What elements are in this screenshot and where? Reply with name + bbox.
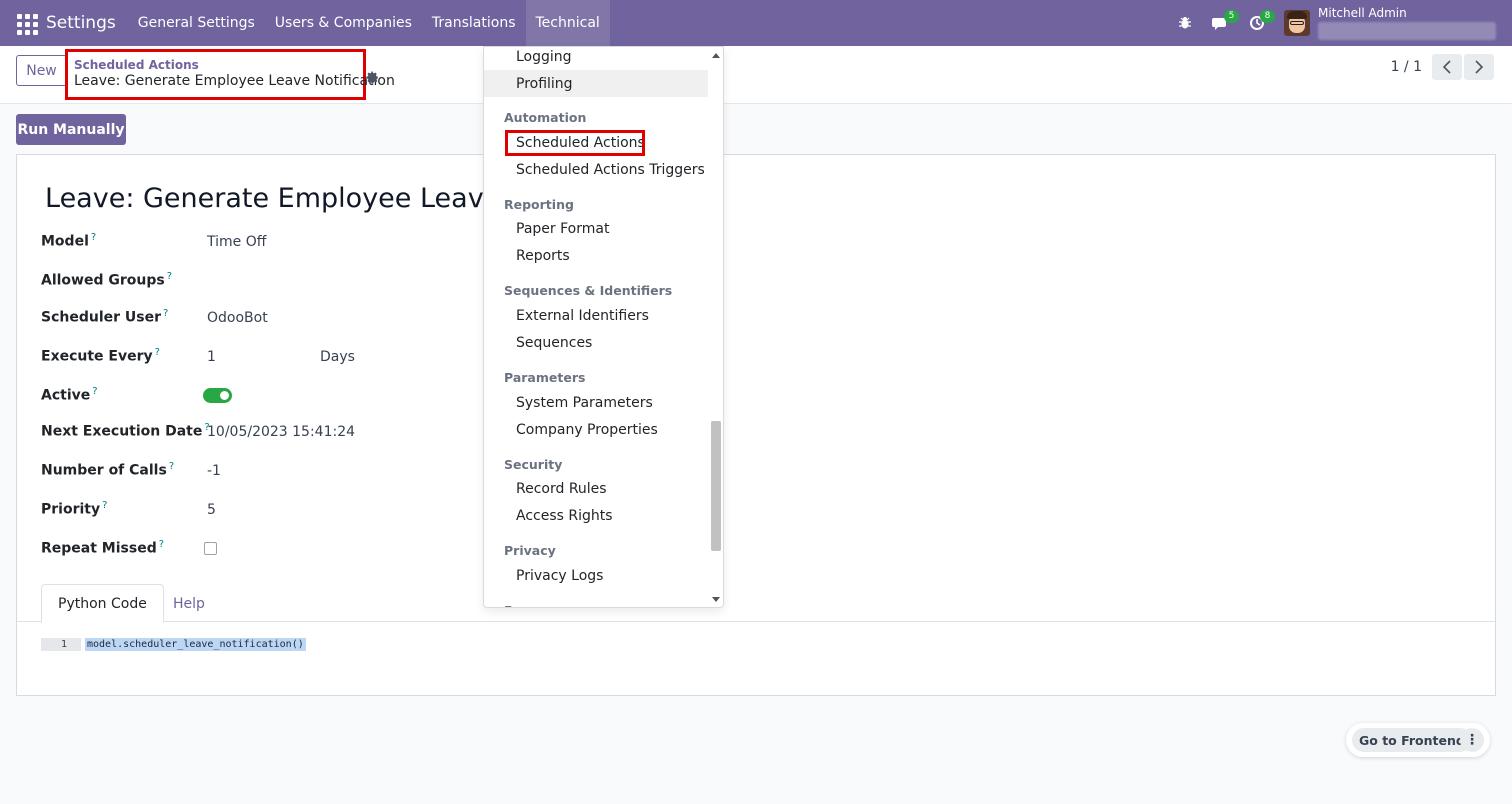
field-label-allowed-groups: Allowed Groups? xyxy=(41,271,173,289)
dropdown-header-automation: Automation xyxy=(504,110,587,125)
clock-icon[interactable]: 8 xyxy=(1244,10,1275,36)
frontend-switcher: Go to Frontend ⋮ xyxy=(1346,723,1490,757)
kebab-menu-icon[interactable]: ⋮ xyxy=(1460,728,1484,752)
highlight-box xyxy=(505,130,645,156)
dropdown-item-paper-format[interactable]: Paper Format xyxy=(484,215,708,242)
dropdown-item-reports[interactable]: Reports xyxy=(484,242,708,269)
dropdown-item-system-parameters[interactable]: System Parameters xyxy=(484,389,708,416)
avatar[interactable] xyxy=(1284,10,1310,36)
gear-icon[interactable] xyxy=(366,71,379,88)
help-tooltip-icon[interactable]: ? xyxy=(167,271,172,282)
menu-general-settings[interactable]: General Settings xyxy=(128,0,265,46)
breadcrumb: Scheduled Actions Leave: Generate Employ… xyxy=(65,49,395,100)
help-tooltip-icon[interactable]: ? xyxy=(163,308,168,319)
field-label-execute-every: Execute Every? xyxy=(41,347,160,365)
user-menu[interactable]: Mitchell Admin xyxy=(1318,0,1498,46)
field-value-next-execution-date[interactable]: 10/05/2023 15:41:24 xyxy=(207,424,355,440)
dropdown-item-sequences[interactable]: Sequences xyxy=(484,329,708,356)
field-value-model[interactable]: Time Off xyxy=(207,234,266,250)
field-value-scheduler-user[interactable]: OdooBot xyxy=(207,310,268,326)
field-value-interval-number[interactable]: 1 xyxy=(207,349,216,365)
user-database-blurred xyxy=(1318,22,1496,40)
menu-translations[interactable]: Translations xyxy=(422,0,526,46)
pager-previous-button[interactable] xyxy=(1432,54,1462,80)
tab-help[interactable]: Help xyxy=(157,584,221,623)
systray: 5 8 Mitchell Admin xyxy=(1172,0,1512,46)
activities-badge: 8 xyxy=(1260,10,1275,23)
active-toggle[interactable] xyxy=(203,388,232,403)
breadcrumb-current: Leave: Generate Employee Leave Notificat… xyxy=(74,73,395,89)
chat-icon[interactable]: 5 xyxy=(1208,10,1239,36)
dropdown-header-security: Security xyxy=(504,457,563,472)
breadcrumb-parent[interactable]: Scheduled Actions xyxy=(74,58,199,72)
field-label-active: Active? xyxy=(41,386,98,404)
line-number: 1 xyxy=(41,638,81,651)
dropdown-item-access-rights[interactable]: Access Rights xyxy=(484,502,708,529)
go-to-frontend-button[interactable]: Go to Frontend xyxy=(1352,728,1472,752)
top-navbar: Settings General Settings Users & Compan… xyxy=(0,0,1512,46)
run-manually-button[interactable]: Run Manually xyxy=(16,114,126,145)
dropdown-header-reporting: Reporting xyxy=(504,197,574,212)
tab-python-code[interactable]: Python Code xyxy=(41,584,164,623)
dropdown-item-logging[interactable]: Logging xyxy=(484,47,708,70)
control-panel: New Scheduled Actions Leave: Generate Em… xyxy=(0,46,1512,104)
messages-badge: 5 xyxy=(1224,10,1239,23)
dropdown-item-privacy-logs[interactable]: Privacy Logs xyxy=(484,562,708,589)
dropdown-item-profiling[interactable]: Profiling xyxy=(484,70,708,97)
help-tooltip-icon[interactable]: ? xyxy=(155,347,160,358)
scroll-thumb[interactable] xyxy=(711,421,721,551)
dropdown-header-privacy: Privacy xyxy=(504,543,556,558)
code-text[interactable]: model.scheduler_leave_notification() xyxy=(85,638,306,651)
pager-value[interactable]: 1 / 1 xyxy=(1391,59,1422,75)
dropdown-item-scheduled-actions-triggers[interactable]: Scheduled Actions Triggers xyxy=(484,156,708,183)
bug-icon[interactable] xyxy=(1172,10,1198,36)
field-value-priority[interactable]: 5 xyxy=(207,502,216,518)
dropdown-header-parameters: Parameters xyxy=(504,370,586,385)
dropdown-header-sequences-identifiers: Sequences & Identifiers xyxy=(504,283,673,298)
help-tooltip-icon[interactable]: ? xyxy=(159,539,164,550)
help-tooltip-icon[interactable]: ? xyxy=(92,386,97,397)
dropdown-scrollbar[interactable] xyxy=(708,47,723,607)
field-label-repeat-missed: Repeat Missed? xyxy=(41,539,165,557)
dropdown-item-external-identifiers[interactable]: External Identifiers xyxy=(484,302,708,329)
field-value-interval-unit[interactable]: Days xyxy=(320,349,355,365)
repeat-missed-checkbox[interactable] xyxy=(204,542,217,555)
dropdown-header-partial: P xyxy=(504,603,513,607)
scroll-down-arrow-icon[interactable] xyxy=(712,597,720,602)
field-label-model: Model? xyxy=(41,232,97,250)
field-label-scheduler-user: Scheduler User? xyxy=(41,308,169,326)
help-tooltip-icon[interactable]: ? xyxy=(91,232,96,243)
menu-technical[interactable]: Technical xyxy=(525,0,610,46)
form-sheet: Leave: Generate Employee Leave N Model? … xyxy=(16,154,1496,696)
field-label-number-of-calls: Number of Calls? xyxy=(41,461,175,479)
menu-users-companies[interactable]: Users & Companies xyxy=(265,0,422,46)
dropdown-item-record-rules[interactable]: Record Rules xyxy=(484,475,708,502)
technical-dropdown-menu: Logging Profiling Automation Scheduled A… xyxy=(483,46,724,608)
pager-next-button[interactable] xyxy=(1464,54,1494,80)
field-value-number-of-calls[interactable]: -1 xyxy=(207,463,221,479)
dropdown-item-company-properties[interactable]: Company Properties xyxy=(484,416,708,443)
help-tooltip-icon[interactable]: ? xyxy=(169,461,174,472)
scroll-up-arrow-icon[interactable] xyxy=(712,53,720,58)
app-brand[interactable]: Settings xyxy=(46,13,116,33)
field-label-next-execution-date: Next Execution Date? xyxy=(41,422,210,440)
code-editor-line[interactable]: 1 model.scheduler_leave_notification() xyxy=(41,638,306,651)
help-tooltip-icon[interactable]: ? xyxy=(102,500,107,511)
apps-grid-icon[interactable] xyxy=(14,10,40,36)
field-label-priority: Priority? xyxy=(41,500,108,518)
notebook-tabs: Python Code Help xyxy=(17,584,1495,623)
user-name: Mitchell Admin xyxy=(1318,6,1407,20)
new-button[interactable]: New xyxy=(16,55,67,86)
record-title[interactable]: Leave: Generate Employee Leave N xyxy=(45,183,529,214)
